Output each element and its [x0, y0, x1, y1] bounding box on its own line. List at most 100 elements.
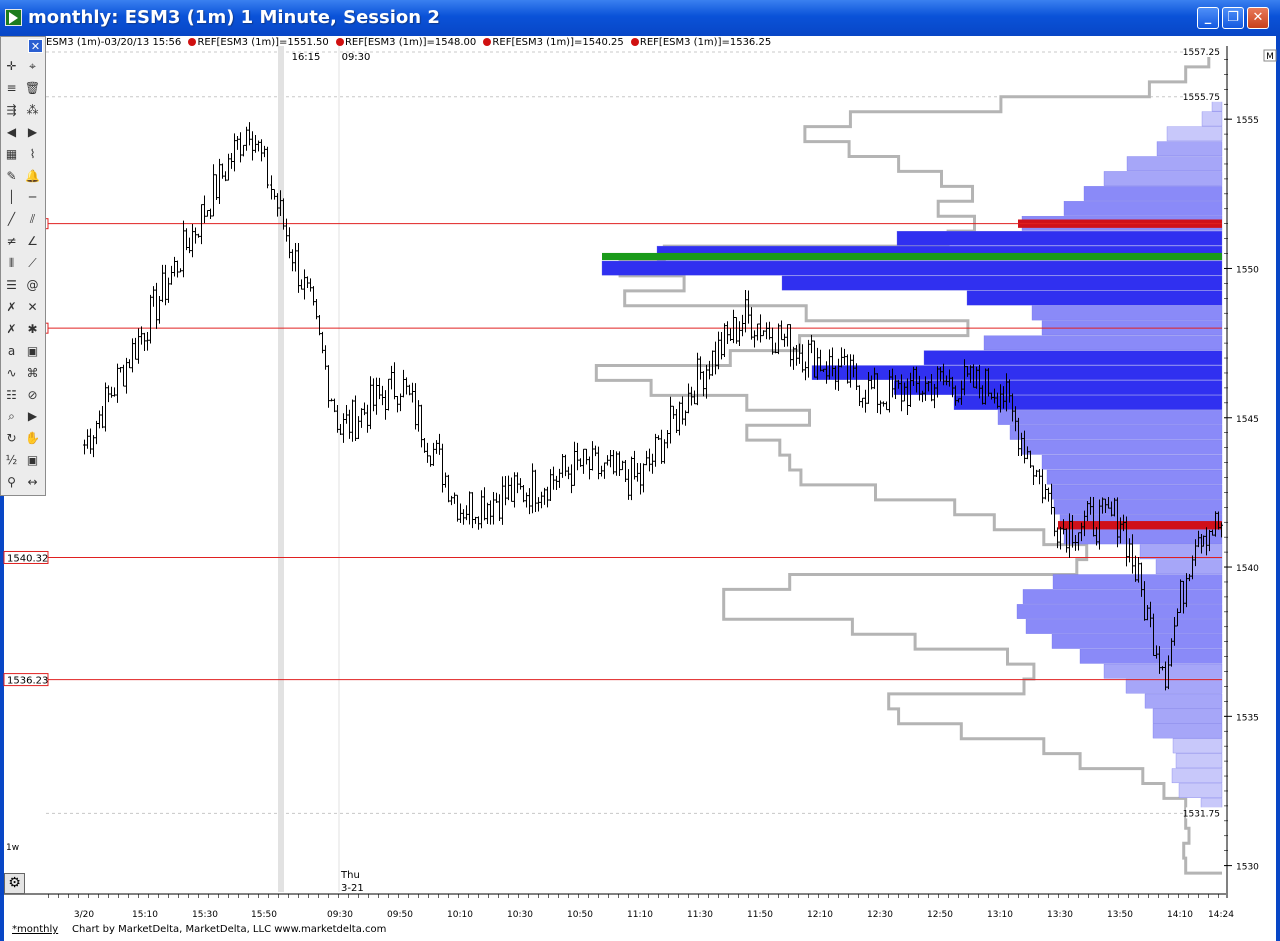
time-tick-label: 11:50: [747, 910, 773, 920]
ibm-symbol-icon[interactable]: ⌘: [23, 364, 42, 383]
trendline-icon[interactable]: ╱: [2, 210, 21, 229]
price-tick-label: 1545: [1236, 415, 1259, 425]
title-bar: monthly: ESM3 (1m) 1 Minute, Session 2 _…: [0, 0, 1280, 36]
volume-profile-bar: [811, 365, 1223, 380]
line-chart-icon[interactable]: ⌇: [23, 145, 42, 164]
fraction-icon[interactable]: ½: [2, 451, 21, 470]
arrow-left-icon[interactable]: ◀: [2, 123, 21, 142]
pen-icon[interactable]: ✎: [2, 167, 21, 186]
time-tick-label: 15:30: [192, 910, 218, 920]
channel-icon[interactable]: ≠: [2, 232, 21, 251]
status-bar: *monthly Chart by MarketDelta, MarketDel…: [4, 922, 1276, 937]
volume-profile-bar: [1053, 499, 1223, 515]
ref-label: REF[ESM3 (1m)]=1551.50: [188, 37, 329, 48]
volume-profile-bar: [1152, 708, 1223, 724]
fib-retrace-icon[interactable]: ☰: [2, 276, 21, 295]
app-logo-icon: [5, 9, 22, 26]
notes-icon[interactable]: ☷: [2, 386, 21, 405]
price-tick-label: 1555: [1236, 116, 1259, 126]
symbol-info: ESM3 (1m)-03/20/13 15:56: [46, 37, 182, 48]
camera-icon[interactable]: ▣: [23, 451, 42, 470]
crosshair-xyz-icon[interactable]: ✛: [2, 57, 21, 76]
volume-profile-bar: [1021, 439, 1223, 455]
volume-profile-bar: [1155, 559, 1223, 575]
expand-icon[interactable]: ↔: [23, 473, 42, 492]
angle-icon[interactable]: ∠: [23, 232, 42, 251]
magnify-icon[interactable]: ⚲: [2, 473, 21, 492]
ref-dot-icon: [630, 38, 639, 46]
chart-settings-icon[interactable]: ⚙: [4, 873, 25, 894]
volume-profile-bar: [1144, 693, 1223, 709]
price-scale-mode: M: [1266, 52, 1274, 62]
reference-label: 1540.32: [7, 553, 48, 564]
volume-profile-bar: [1022, 589, 1223, 604]
time-tick-label: 13:10: [987, 910, 1013, 920]
price-special-label: 1555.75: [1183, 93, 1220, 103]
list-lines-icon[interactable]: ≡: [2, 79, 21, 98]
volume-profile-bar: [1063, 201, 1223, 216]
volume-profile-bar: [1125, 678, 1223, 694]
text-icon[interactable]: a: [2, 342, 21, 361]
minimize-button[interactable]: _: [1197, 7, 1219, 29]
bug-icon[interactable]: ✱: [23, 320, 42, 339]
profile-poc-bar: [602, 252, 1222, 261]
time-tick-label: 3/20: [74, 910, 94, 920]
xyz-icon[interactable]: ⁂: [23, 101, 42, 120]
volume-profile-bar: [983, 335, 1223, 351]
gann-icon[interactable]: ✗: [2, 298, 21, 317]
price-tick-label: 1540: [1236, 564, 1259, 574]
price-chart[interactable]: 1540.32 1536.23 1555 1550 1545 1540 1535 1530 15…: [0, 36, 1280, 922]
draw-xyz-icon[interactable]: ⌖: [23, 57, 42, 76]
trash-icon[interactable]: 🗑: [23, 79, 42, 98]
volume-profile-bar: [1031, 305, 1223, 321]
toolbar-close-button[interactable]: ✕: [28, 39, 43, 53]
parallel-lines-icon[interactable]: ⫽: [23, 210, 42, 229]
session-open-label: 09:30: [342, 52, 371, 63]
play-icon[interactable]: ▶: [23, 407, 42, 426]
hand-icon[interactable]: ✋: [23, 429, 42, 448]
ref-text: REF[ESM3 (1m)]=1551.50: [197, 37, 329, 48]
credit-text: Chart by MarketDelta, MarketDelta, LLC w…: [72, 924, 387, 935]
cross-tool-icon[interactable]: ✗: [2, 320, 21, 339]
ref-label: REF[ESM3 (1m)]=1536.25: [630, 37, 772, 48]
price-tick-label: 1550: [1236, 265, 1259, 275]
gann-fan-icon[interactable]: ✕: [23, 298, 42, 317]
study-icon[interactable]: ∿: [2, 364, 21, 383]
ref-text: REF[ESM3 (1m)]=1536.25: [639, 37, 772, 48]
spiral-icon[interactable]: @: [23, 276, 42, 295]
volume-profile-bar: [1051, 634, 1223, 649]
volume-profile-bar: [1025, 619, 1223, 634]
fib-time-icon[interactable]: ⦀: [2, 254, 21, 273]
alert-icon[interactable]: ⊘: [23, 386, 42, 405]
ref-dot-icon: [483, 38, 492, 46]
time-tick-label: 14:10: [1167, 910, 1193, 920]
arrow-right-icon[interactable]: ▶: [23, 123, 42, 142]
time-tick-label: 15:50: [251, 910, 277, 920]
time-tick-label: 12:50: [927, 910, 953, 920]
time-tick-label: 10:30: [507, 910, 533, 920]
ref-text: REF[ESM3 (1m)]=1540.25: [492, 37, 624, 48]
time-tick-label: 12:10: [807, 910, 833, 920]
box-icon[interactable]: ▣: [23, 342, 42, 361]
zoom-icon[interactable]: ⌕: [2, 407, 21, 426]
link-lines-icon[interactable]: ⇶: [2, 101, 21, 120]
time-tick-label: 15:10: [132, 910, 158, 920]
chart-name-tab[interactable]: *monthly: [12, 922, 58, 937]
fib-fan-icon[interactable]: ⟋: [23, 254, 42, 273]
bell-icon[interactable]: 🔔: [23, 167, 42, 186]
volume-profile-bar: [1178, 783, 1223, 798]
volume-profile-bar: [1051, 484, 1223, 500]
refresh-icon[interactable]: ↻: [2, 429, 21, 448]
ref-text: REF[ESM3 (1m)]=1548.00: [344, 37, 477, 48]
time-tick-label: 11:30: [687, 910, 713, 920]
horizontal-line-icon[interactable]: ─: [23, 188, 42, 207]
time-tick-label: 10:50: [567, 910, 593, 920]
price-special-label: 1531.75: [1183, 809, 1220, 819]
time-tick-label: 09:30: [327, 910, 353, 920]
date-label: 3-21: [341, 883, 364, 894]
maximize-button[interactable]: ❐: [1222, 7, 1244, 29]
bar-chart-icon[interactable]: ▦: [2, 145, 21, 164]
vertical-line-icon[interactable]: │: [2, 188, 21, 207]
volume-profile-bar: [1156, 141, 1223, 157]
close-button[interactable]: ✕: [1247, 7, 1269, 29]
